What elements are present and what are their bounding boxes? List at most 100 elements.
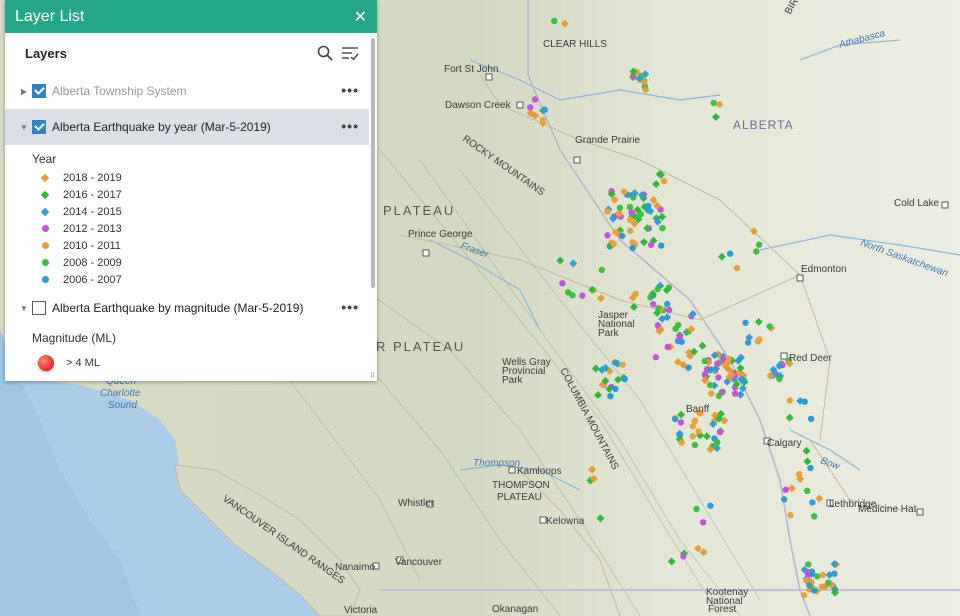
earthquake-point[interactable] bbox=[708, 390, 715, 397]
earthquake-point[interactable] bbox=[579, 292, 586, 299]
layer-row-township[interactable]: ▶ Alberta Township System ••• bbox=[5, 73, 369, 109]
earthquake-point[interactable] bbox=[715, 392, 723, 400]
earthquake-point[interactable] bbox=[647, 241, 655, 249]
earthquake-point[interactable] bbox=[671, 415, 679, 423]
earthquake-point[interactable] bbox=[744, 339, 752, 346]
earthquake-point[interactable] bbox=[807, 464, 814, 472]
earthquake-point[interactable] bbox=[620, 188, 628, 195]
earthquake-point[interactable] bbox=[695, 428, 702, 435]
earthquake-point[interactable] bbox=[541, 106, 548, 113]
layer-visibility-checkbox[interactable] bbox=[32, 120, 46, 134]
earthquake-point[interactable] bbox=[564, 289, 572, 296]
earthquake-point[interactable] bbox=[693, 505, 700, 513]
earthquake-point[interactable] bbox=[780, 496, 788, 503]
earthquake-point[interactable] bbox=[795, 471, 803, 478]
earthquake-point[interactable] bbox=[628, 209, 635, 216]
earthquake-point[interactable] bbox=[615, 210, 623, 217]
earthquake-point[interactable] bbox=[786, 397, 793, 404]
earthquake-point[interactable] bbox=[707, 502, 714, 509]
earthquake-point[interactable] bbox=[604, 232, 611, 239]
earthquake-point[interactable] bbox=[803, 487, 811, 495]
earthquake-point[interactable] bbox=[612, 359, 619, 366]
close-icon[interactable]: ✕ bbox=[354, 7, 367, 27]
more-options-icon[interactable]: ••• bbox=[341, 118, 359, 134]
earthquake-point[interactable] bbox=[618, 232, 626, 240]
earthquake-point[interactable] bbox=[724, 359, 731, 366]
earthquake-point[interactable] bbox=[689, 433, 696, 440]
earthquake-point[interactable] bbox=[714, 360, 721, 367]
earthquake-point[interactable] bbox=[632, 290, 639, 298]
earthquake-point[interactable] bbox=[811, 513, 818, 520]
collapse-caret-icon[interactable]: ▼ bbox=[18, 123, 30, 132]
earthquake-point[interactable] bbox=[619, 361, 626, 368]
earthquake-point[interactable] bbox=[637, 210, 644, 218]
expand-caret-icon[interactable]: ▶ bbox=[18, 87, 30, 96]
earthquake-point[interactable] bbox=[800, 592, 808, 599]
earthquake-point[interactable] bbox=[649, 301, 657, 308]
earthquake-point[interactable] bbox=[678, 439, 685, 446]
earthquake-point[interactable] bbox=[801, 398, 808, 405]
earthquake-point[interactable] bbox=[733, 264, 741, 272]
earthquake-point[interactable] bbox=[699, 519, 707, 526]
earthquake-point[interactable] bbox=[604, 208, 611, 215]
earthquake-point[interactable] bbox=[665, 306, 673, 314]
earthquake-point[interactable] bbox=[659, 224, 666, 232]
earthquake-point[interactable] bbox=[626, 203, 634, 211]
earthquake-point[interactable] bbox=[645, 207, 652, 214]
earthquake-point[interactable] bbox=[782, 486, 789, 493]
earthquake-point[interactable] bbox=[616, 204, 624, 211]
earthquake-point[interactable] bbox=[755, 241, 763, 248]
earthquake-point[interactable] bbox=[612, 385, 619, 393]
earthquake-point[interactable] bbox=[607, 392, 614, 400]
earthquake-point[interactable] bbox=[531, 96, 539, 103]
resize-grip-icon[interactable]: ⠿ bbox=[370, 373, 375, 380]
earthquake-point[interactable] bbox=[716, 428, 724, 436]
earthquake-point[interactable] bbox=[627, 216, 634, 224]
earthquake-point[interactable] bbox=[707, 366, 714, 373]
more-options-icon[interactable]: ••• bbox=[341, 299, 359, 315]
earthquake-point[interactable] bbox=[810, 587, 818, 594]
earthquake-point[interactable] bbox=[691, 441, 699, 449]
earthquake-point[interactable] bbox=[809, 499, 816, 506]
earthquake-point[interactable] bbox=[715, 374, 722, 381]
earthquake-point[interactable] bbox=[742, 319, 749, 326]
earthquake-point[interactable] bbox=[660, 177, 668, 185]
earthquake-point[interactable] bbox=[776, 362, 783, 370]
earthquake-point[interactable] bbox=[675, 321, 682, 329]
earthquake-point[interactable] bbox=[621, 375, 628, 383]
earthquake-point[interactable] bbox=[819, 571, 827, 579]
earthquake-point[interactable] bbox=[805, 561, 812, 568]
filter-list-icon[interactable] bbox=[341, 45, 359, 61]
layer-row-earthquake-by-magnitude[interactable]: ▼ Alberta Earthquake by magnitude (Mar-5… bbox=[5, 290, 369, 326]
earthquake-point[interactable] bbox=[677, 419, 685, 426]
earthquake-point[interactable] bbox=[726, 250, 734, 257]
earthquake-point[interactable] bbox=[664, 343, 671, 351]
earthquake-point[interactable] bbox=[629, 244, 636, 252]
panel-scrollbar[interactable] bbox=[371, 38, 375, 288]
earthquake-point[interactable] bbox=[658, 242, 665, 249]
layer-visibility-checkbox[interactable] bbox=[32, 84, 46, 98]
layer-visibility-checkbox[interactable] bbox=[32, 301, 46, 315]
earthquake-point[interactable] bbox=[825, 579, 832, 586]
earthquake-point[interactable] bbox=[756, 336, 763, 343]
earthquake-point[interactable] bbox=[539, 116, 546, 124]
earthquake-point[interactable] bbox=[559, 280, 566, 287]
layer-row-earthquake-by-year[interactable]: ▼ Alberta Earthquake by year (Mar-5-2019… bbox=[5, 109, 369, 145]
search-icon[interactable] bbox=[317, 45, 333, 61]
earthquake-point[interactable] bbox=[689, 422, 697, 430]
earthquake-point[interactable] bbox=[731, 390, 739, 397]
earthquake-point[interactable] bbox=[710, 99, 717, 107]
earthquake-point[interactable] bbox=[655, 304, 662, 312]
earthquake-point[interactable] bbox=[610, 240, 617, 248]
earthquake-point[interactable] bbox=[706, 381, 714, 389]
earthquake-point[interactable] bbox=[766, 323, 773, 330]
earthquake-point[interactable] bbox=[654, 285, 661, 293]
earthquake-point[interactable] bbox=[701, 357, 708, 365]
earthquake-point[interactable] bbox=[808, 570, 816, 578]
earthquake-point[interactable] bbox=[626, 227, 634, 235]
earthquake-point[interactable] bbox=[676, 333, 684, 340]
earthquake-point[interactable] bbox=[787, 512, 794, 519]
earthquake-point[interactable] bbox=[776, 375, 783, 383]
earthquake-point[interactable] bbox=[680, 553, 687, 560]
more-options-icon[interactable]: ••• bbox=[341, 82, 359, 98]
